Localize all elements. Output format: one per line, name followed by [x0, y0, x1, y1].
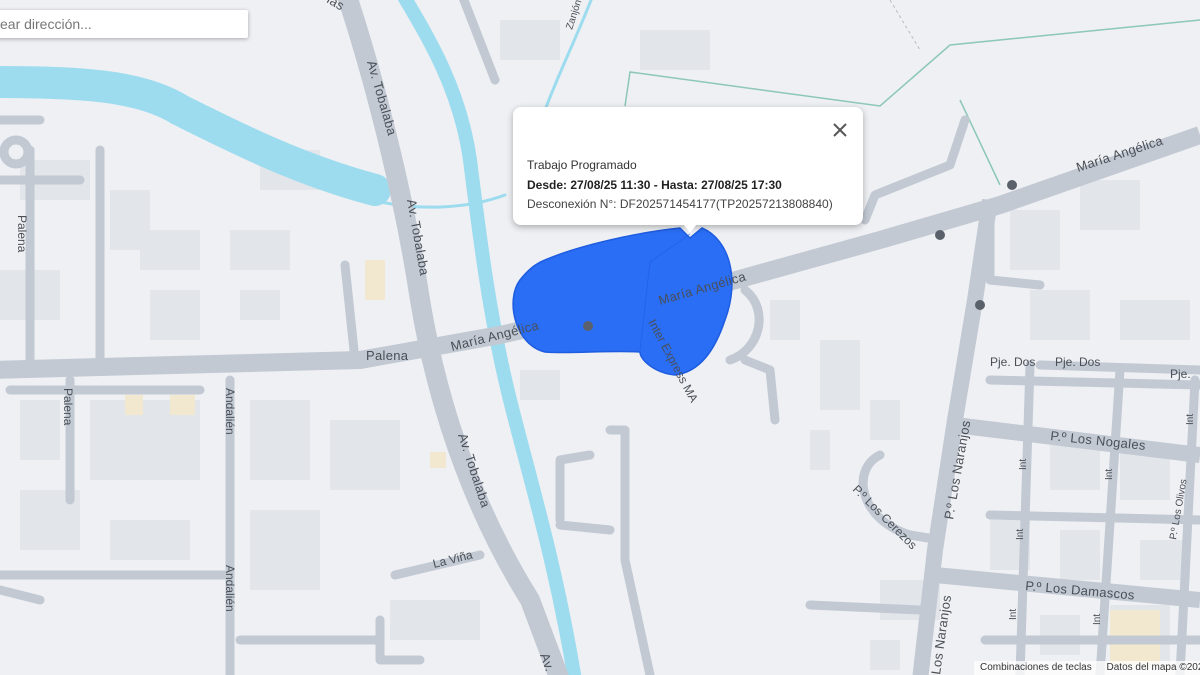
street-label-int: Int — [1104, 469, 1115, 480]
info-window-tail — [681, 221, 699, 233]
outage-info-window: Trabajo Programado Desde: 27/08/25 11:30… — [513, 107, 863, 233]
disconnection-id: Desconexión N°: DF202571454177(TP2025721… — [527, 197, 833, 211]
address-search-input[interactable] — [0, 10, 240, 38]
address-search[interactable] — [0, 10, 248, 38]
map-data-attribution[interactable]: Datos del mapa ©2025 — [1107, 662, 1200, 673]
street-label-int: Int — [1092, 614, 1103, 625]
street-label-palena: Palena — [366, 348, 409, 363]
street-label-int: Int — [1185, 414, 1196, 425]
street-label-palena: Palena — [15, 215, 29, 253]
street-label-pje: Pje. — [1170, 367, 1191, 381]
map-footer: Combinaciones de teclas Datos del mapa ©… — [974, 661, 1200, 675]
work-type: Trabajo Programado — [527, 158, 637, 172]
map-canvas[interactable]: Av. Tobalaba Av. Tobalaba Av. Tobalaba A… — [0, 0, 1200, 675]
keyboard-shortcuts-link[interactable]: Combinaciones de teclas — [980, 662, 1092, 673]
street-label-andalien: Andalién — [223, 565, 237, 612]
close-icon[interactable] — [829, 119, 851, 141]
street-label-int: Int — [1018, 459, 1029, 470]
street-label-int: Int — [1015, 529, 1026, 540]
street-label-palena: Palena — [61, 388, 75, 426]
street-label-pje-dos: Pje. Dos — [1055, 355, 1100, 369]
street-label-int: Int — [1008, 609, 1019, 620]
street-label-pje-dos: Pje. Dos — [990, 355, 1035, 369]
street-label-andalien: Andalién — [223, 388, 237, 435]
work-schedule: Desde: 27/08/25 11:30 - Hasta: 27/08/25 … — [527, 178, 782, 192]
